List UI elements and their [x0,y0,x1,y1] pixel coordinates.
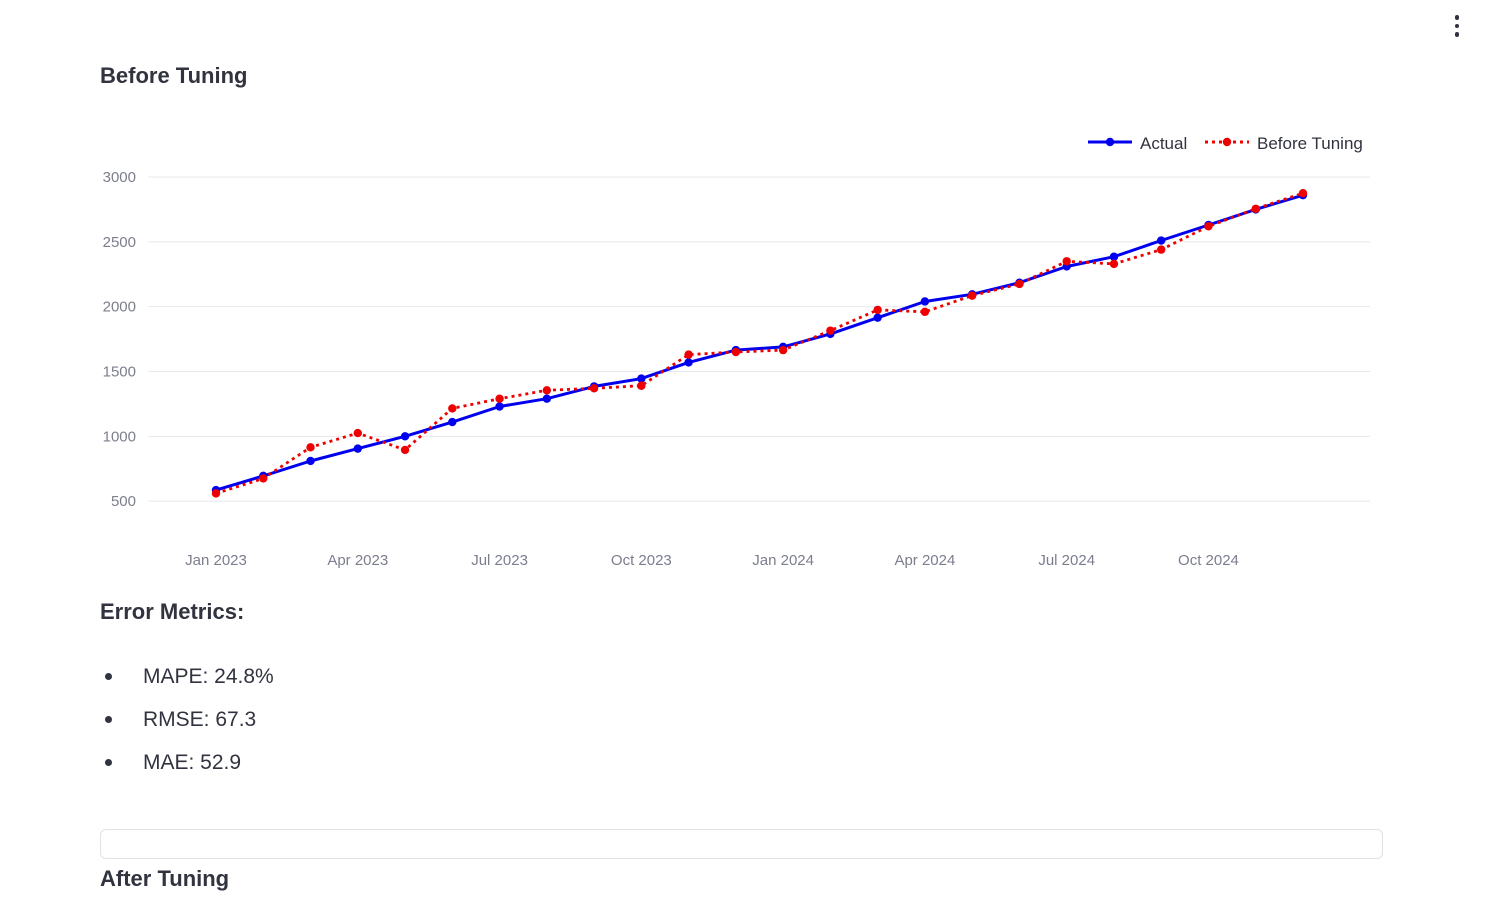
bullet-icon [105,759,112,766]
chart-series [211,189,1308,498]
error-metrics-list: MAPE: 24.8% RMSE: 67.3 MAE: 52.9 [100,655,274,784]
data-point[interactable] [920,307,930,317]
data-point[interactable] [1251,204,1260,213]
x-tick-label: Oct 2024 [1178,552,1239,569]
y-tick-label: 3000 [103,169,136,186]
y-tick-label: 2000 [103,299,136,316]
data-point[interactable] [211,489,221,498]
legend-item[interactable]: Actual [1088,134,1187,153]
y-tick-label: 1500 [103,363,136,380]
bullet-icon [105,673,112,680]
data-point[interactable] [1015,279,1024,289]
data-point[interactable] [967,291,977,300]
data-point[interactable] [826,326,835,335]
data-point[interactable] [542,394,552,403]
y-tick-label: 2500 [103,234,136,251]
y-tick-label: 1000 [103,428,136,445]
x-tick-label: Jan 2024 [752,552,814,569]
chart-gridlines [148,176,1370,502]
x-axis-ticks: Jan 2023 Apr 2023 Jul 2023 Oct 2023 Jan 2024… [185,552,1239,569]
data-point[interactable] [684,350,693,359]
data-point[interactable] [353,444,362,453]
y-tick-label: 500 [111,493,136,510]
legend-marker [1222,137,1232,147]
metric-mae-text: MAE: 52.9 [143,751,242,774]
data-point[interactable] [542,386,552,395]
data-point[interactable] [448,417,457,427]
metric-rmse-text: RMSE: 67.3 [143,708,257,731]
data-point[interactable] [873,305,882,315]
data-point[interactable] [1157,245,1166,254]
data-point[interactable] [1204,222,1213,231]
y-axis-ticks: 500 1000 1500 2000 2500 3000 [103,169,136,510]
data-point[interactable] [1298,189,1308,198]
section-title-after-tuning: After Tuning [100,866,230,891]
x-tick-label: Oct 2023 [611,552,672,569]
x-tick-label: Apr 2024 [894,552,955,569]
data-point[interactable] [920,297,930,306]
data-point[interactable] [731,347,741,357]
x-tick-label: Jul 2024 [1038,552,1095,569]
data-point[interactable] [495,394,504,403]
data-point[interactable] [684,358,693,367]
data-point[interactable] [1157,236,1166,245]
data-point[interactable] [306,456,315,466]
legend-item[interactable]: Before Tuning [1205,134,1363,153]
series-line [215,193,1304,492]
bullet-icon [105,716,112,723]
data-point[interactable] [495,402,504,411]
legend-marker [1105,137,1115,147]
data-point[interactable] [400,445,410,455]
data-point[interactable] [778,345,788,355]
x-tick-label: Jul 2023 [471,552,528,569]
metric-mape: MAPE: 24.8% [100,655,274,698]
metric-rmse: RMSE: 67.3 [100,698,274,741]
data-point[interactable] [1062,257,1071,266]
series-actual [211,190,1308,495]
data-point[interactable] [259,474,268,483]
data-point[interactable] [873,313,882,322]
data-point[interactable] [400,432,410,441]
data-point[interactable] [589,384,599,393]
data-point[interactable] [448,404,457,413]
legend-label: Before Tuning [1257,134,1363,153]
x-tick-label: Jan 2023 [185,552,247,569]
series-line [215,191,1304,495]
error-metrics-heading: Error Metrics: [100,599,245,624]
legend-label: Actual [1140,134,1187,153]
chart-legend[interactable]: Actual Before Tuning [1088,134,1363,153]
data-point[interactable] [353,428,362,438]
series-before-tuning [211,189,1308,498]
data-point[interactable] [637,381,646,390]
data-point[interactable] [1109,259,1119,269]
data-point[interactable] [306,443,315,452]
expander-panel[interactable] [100,829,1383,859]
before-tuning-chart[interactable]: 500 1000 1500 2000 2500 3000 Jan 2023 Apr 2023… [0,0,1495,590]
metric-mape-text: MAPE: 24.8% [143,665,274,688]
metric-mae: MAE: 52.9 [100,741,274,784]
x-tick-label: Apr 2023 [327,552,388,569]
